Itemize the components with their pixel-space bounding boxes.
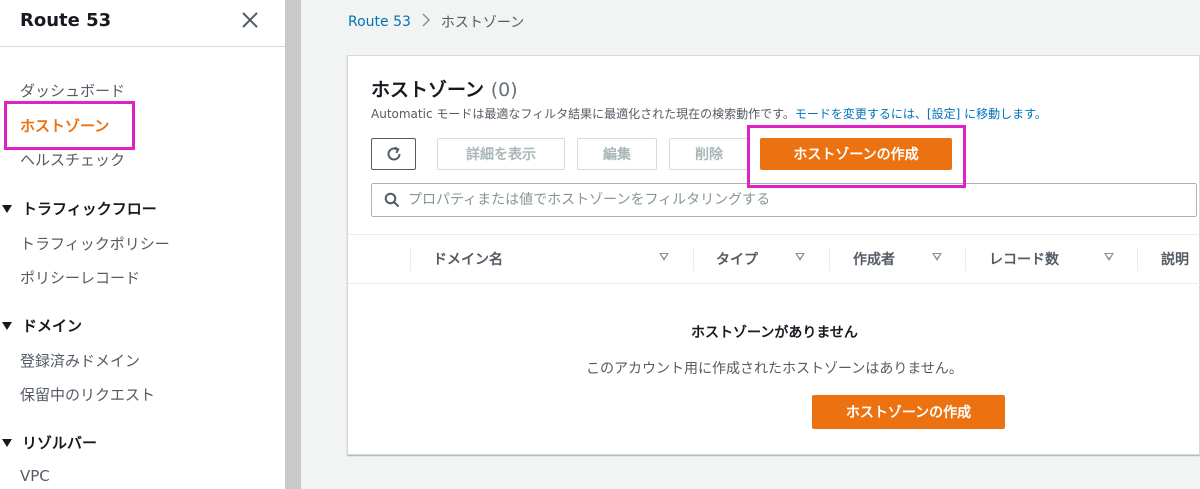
filter-input[interactable] [408, 192, 1168, 208]
settings-link[interactable]: モードを変更するには、[設定] に移動します。 [795, 107, 1047, 121]
panel-description: Automatic モードは最適なフィルタ結果に最適化された現在の検索動作です。… [371, 105, 1047, 122]
caret-down-icon [2, 204, 12, 213]
column-divider [410, 247, 411, 271]
edit-button[interactable]: 編集 [577, 138, 657, 170]
column-header-domain-name[interactable]: ドメイン名 [433, 235, 503, 283]
breadcrumb-current: ホストゾーン [440, 15, 525, 31]
sort-icon[interactable] [932, 253, 942, 261]
sidebar: Route 53 ダッシュボード ホストゾーン ヘルスチェック トラフィックフロ… [0, 0, 285, 489]
table-header: ドメイン名 タイプ 作成者 レコード数 説明 [348, 234, 1200, 284]
sidebar-item-health-checks[interactable]: ヘルスチェック [20, 149, 125, 170]
sidebar-group-traffic-flow[interactable]: トラフィックフロー [0, 198, 157, 219]
close-icon[interactable] [238, 8, 262, 32]
page-title: ホストゾーン (0) [371, 75, 518, 102]
highlight-box-create [747, 125, 966, 188]
empty-state-title: ホストゾーンがありません [691, 325, 858, 341]
refresh-button[interactable] [371, 138, 416, 170]
breadcrumb-root-link[interactable]: Route 53 [348, 14, 411, 30]
description-text: Automatic モードは最適なフィルタ結果に最適化された現在の検索動作です。 [371, 107, 795, 121]
sort-icon[interactable] [795, 253, 805, 261]
column-header-description[interactable]: 説明 [1161, 235, 1189, 283]
sidebar-group-label: リゾルバー [22, 434, 98, 452]
empty-state-description: このアカウント用に作成されたホストゾーンはありません。 [586, 361, 963, 377]
column-divider [829, 247, 830, 271]
zone-count: (0) [490, 79, 518, 101]
search-icon [384, 192, 400, 208]
sidebar-item-policy-records[interactable]: ポリシーレコード [20, 267, 140, 288]
delete-button[interactable]: 削除 [669, 138, 749, 170]
sidebar-divider [0, 46, 285, 47]
sidebar-scrollbar[interactable] [285, 0, 301, 489]
column-divider [1137, 247, 1138, 271]
sidebar-item-traffic-policies[interactable]: トラフィックポリシー [20, 233, 170, 254]
sidebar-group-label: ドメイン [22, 317, 83, 335]
sidebar-item-pending-requests[interactable]: 保留中のリクエスト [20, 384, 155, 405]
column-header-type[interactable]: タイプ [716, 235, 758, 283]
sidebar-group-label: トラフィックフロー [22, 200, 157, 218]
sidebar-item-vpc[interactable]: VPC [20, 467, 50, 485]
column-header-record-count[interactable]: レコード数 [989, 235, 1059, 283]
column-header-created-by[interactable]: 作成者 [853, 235, 895, 283]
breadcrumb: Route 53 ホストゾーン [348, 12, 524, 32]
highlight-box-sidebar [4, 101, 135, 150]
sidebar-group-resolver[interactable]: リゾルバー [0, 432, 97, 453]
filter-box[interactable] [371, 183, 1197, 217]
sidebar-group-domains[interactable]: ドメイン [0, 315, 82, 336]
view-details-button[interactable]: 詳細を表示 [437, 138, 565, 170]
caret-down-icon [2, 438, 12, 447]
refresh-icon [387, 146, 400, 161]
sort-icon[interactable] [659, 253, 669, 261]
sidebar-item-registered-domains[interactable]: 登録済みドメイン [20, 350, 140, 371]
sidebar-title: Route 53 [20, 10, 112, 31]
hosted-zones-panel: ホストゾーン (0) Automatic モードは最適なフィルタ結果に最適化され… [347, 55, 1200, 455]
chevron-right-icon [421, 13, 431, 31]
sidebar-item-dashboard[interactable]: ダッシュボード [20, 80, 125, 101]
empty-state-create-button[interactable]: ホストゾーンの作成 [812, 395, 1005, 429]
column-divider [693, 247, 694, 271]
caret-down-icon [2, 321, 12, 330]
sort-icon[interactable] [1104, 253, 1114, 261]
panel-title-text: ホストゾーン [371, 79, 485, 101]
column-divider [965, 247, 966, 271]
